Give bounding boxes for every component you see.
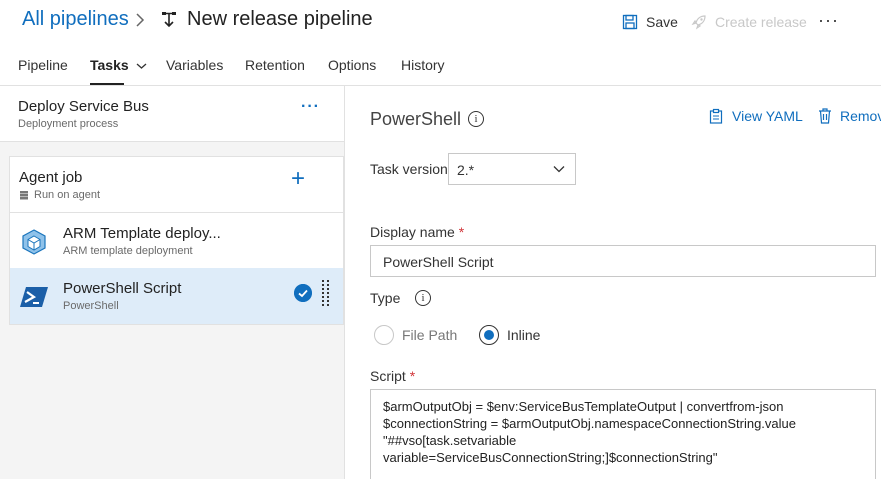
- remove-label: Remove: [840, 108, 881, 124]
- stage-more-button[interactable]: ···: [301, 98, 320, 116]
- info-icon[interactable]: i: [415, 290, 431, 306]
- script-line: $connectionString = $armOutputObj.namesp…: [383, 416, 796, 431]
- header-bar: All pipelines New release pipeline Save …: [0, 0, 881, 42]
- radio-label: Inline: [507, 327, 541, 343]
- save-icon: [622, 14, 638, 30]
- arm-template-icon: [22, 229, 46, 255]
- type-radio-file-path[interactable]: File Path: [374, 325, 457, 345]
- radio-label: File Path: [402, 327, 458, 343]
- radio-circle: [479, 325, 499, 345]
- powershell-icon: [20, 287, 48, 307]
- clipboard-icon: [709, 108, 723, 124]
- drag-handle-icon[interactable]: [322, 280, 330, 310]
- task-row-powershell[interactable]: PowerShell Script PowerShell: [9, 268, 344, 325]
- task-name: PowerShell Script: [63, 280, 182, 297]
- chevron-down-icon: [136, 63, 146, 69]
- agent-job-name: Agent job: [19, 169, 83, 186]
- display-name-label: Display name *: [370, 224, 465, 240]
- task-version-label: Task version: [370, 161, 448, 177]
- checkmark-icon: [294, 284, 312, 302]
- tab-tasks[interactable]: Tasks: [90, 57, 147, 73]
- task-detail-panel: PowerShell i View YAML Remove Task versi…: [346, 86, 881, 479]
- info-icon[interactable]: i: [468, 111, 484, 127]
- chevron-down-icon: [553, 166, 565, 173]
- view-yaml-label: View YAML: [732, 108, 803, 124]
- stage-name: Deploy Service Bus: [18, 98, 149, 115]
- display-name-input[interactable]: PowerShell Script: [370, 245, 876, 277]
- type-radio-inline[interactable]: Inline: [479, 325, 540, 345]
- task-version-value: 2.*: [457, 162, 475, 178]
- add-task-button[interactable]: +: [291, 165, 305, 193]
- active-tab-indicator: [90, 83, 124, 85]
- tab-options[interactable]: Options: [328, 57, 376, 73]
- release-pipeline-icon: [162, 12, 176, 28]
- agent-job-row[interactable]: Agent job Run on agent +: [9, 156, 344, 213]
- rocket-icon: [691, 15, 706, 30]
- tab-bar: Pipeline Tasks Variables Retention Optio…: [0, 42, 881, 86]
- task-detail-title: PowerShell: [370, 109, 462, 129]
- tab-history[interactable]: History: [401, 57, 445, 73]
- task-subtitle: ARM template deployment: [63, 245, 193, 257]
- remove-button[interactable]: Remove: [818, 108, 881, 124]
- breadcrumb-all-pipelines[interactable]: All pipelines: [22, 8, 129, 31]
- save-button[interactable]: Save: [622, 12, 678, 32]
- script-label: Script *: [370, 368, 416, 384]
- radio-circle: [374, 325, 394, 345]
- server-icon: [20, 191, 28, 200]
- page-title: New release pipeline: [187, 8, 373, 30]
- stage-subtitle: Deployment process: [18, 118, 119, 130]
- script-textarea[interactable]: $armOutputObj = $env:ServiceBusTemplateO…: [370, 389, 876, 479]
- trash-icon: [819, 108, 831, 124]
- tab-variables[interactable]: Variables: [166, 57, 223, 73]
- task-name: ARM Template deploy...: [63, 225, 221, 242]
- script-line: variable=ServiceBusConnectionString;]$co…: [383, 450, 718, 465]
- agent-job-subtitle: Run on agent: [19, 189, 100, 201]
- more-actions-button[interactable]: ···: [818, 10, 839, 31]
- script-line: $armOutputObj = $env:ServiceBusTemplateO…: [383, 399, 784, 414]
- tab-retention[interactable]: Retention: [245, 57, 305, 73]
- create-release-label: Create release: [715, 14, 807, 30]
- stage-header[interactable]: Deploy Service Bus Deployment process ··…: [0, 86, 344, 142]
- create-release-button[interactable]: Create release: [691, 12, 807, 32]
- view-yaml-button[interactable]: View YAML: [708, 108, 803, 124]
- tab-pipeline[interactable]: Pipeline: [18, 57, 68, 73]
- script-line: "##vso[task.setvariable: [383, 433, 517, 448]
- tab-tasks-label: Tasks: [90, 57, 129, 73]
- task-row-arm-template[interactable]: ARM Template deploy... ARM template depl…: [9, 213, 344, 270]
- type-label: Type: [370, 290, 401, 306]
- chevron-right-icon: [136, 13, 145, 27]
- task-subtitle: PowerShell: [63, 300, 119, 312]
- task-list-panel: Deploy Service Bus Deployment process ··…: [0, 86, 345, 479]
- save-label: Save: [646, 14, 678, 30]
- task-version-select[interactable]: 2.*: [448, 153, 576, 185]
- agent-job-subtitle-text: Run on agent: [34, 189, 101, 201]
